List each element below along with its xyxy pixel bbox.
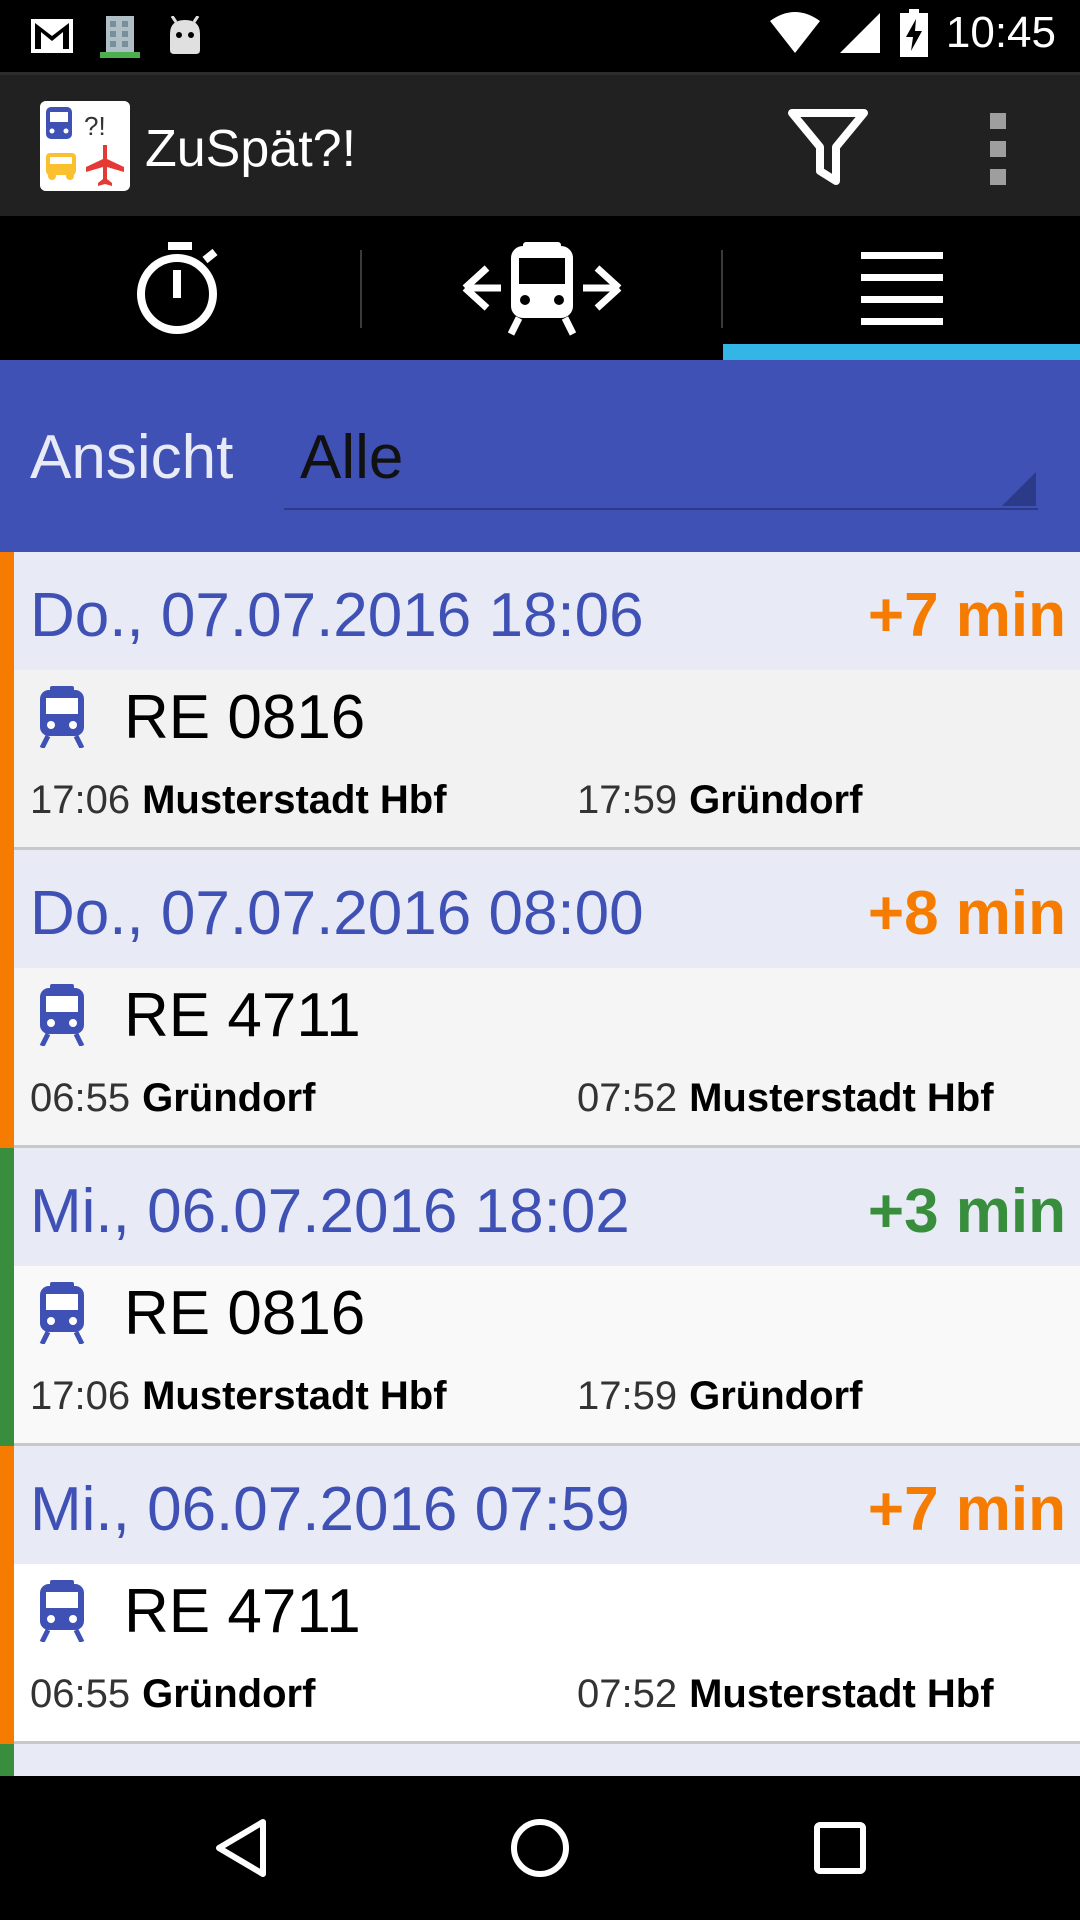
app-logo-icon: ?! <box>40 101 130 191</box>
tab-selected-indicator <box>723 344 1080 360</box>
back-icon <box>216 1819 266 1877</box>
navigation-bar <box>0 1776 1080 1920</box>
arrival-time: 17:59 <box>577 1374 678 1418</box>
delay-status-bar <box>0 1148 14 1446</box>
tab-bar <box>0 216 1080 360</box>
entry-body: RE 4711 06:55 Gründorf 07:52 Musterstadt H… <box>14 968 1080 1145</box>
view-dropdown-value: Alle <box>300 423 404 492</box>
entry-date: Mi., 06.07.2016 18:02 <box>30 1177 630 1246</box>
entry-header: Mi., 06.07.2016 07:59 +7 min <box>14 1446 1080 1564</box>
departure-station: Gründorf <box>142 1076 316 1120</box>
signal-icon <box>839 13 880 53</box>
back-button[interactable] <box>196 1806 286 1890</box>
recents-button[interactable] <box>795 1806 885 1890</box>
entry-delay: +7 min <box>867 1475 1066 1544</box>
departure-time: 17:06 <box>30 1374 131 1418</box>
entry-body: RE 4711 06:55 Gründorf 07:52 Musterstadt H… <box>14 1564 1080 1741</box>
journey-entry[interactable]: Mi., 06.07.2016 07:59 +7 min RE 4711 06:… <box>0 1446 1080 1744</box>
view-label: Ansicht <box>30 423 234 492</box>
departure: 06:55 Gründorf <box>30 1672 315 1717</box>
train-route-icon <box>462 242 622 336</box>
clock-time: 10:45 <box>945 8 1056 57</box>
entry-body: RE 0816 17:06 Musterstadt Hbf 17:59 Gründo… <box>14 1266 1080 1443</box>
train-icon <box>39 984 85 1046</box>
departure-time: 06:55 <box>30 1076 131 1120</box>
wifi-icon <box>769 12 820 53</box>
tab-train-route[interactable] <box>362 216 722 360</box>
arrival-station: Gründorf <box>689 778 863 822</box>
action-bar: ?! ZuSpät?! <box>0 72 1080 216</box>
arrival-time: 17:59 <box>577 778 678 822</box>
entry-header: Do., 07.07.2016 18:06 +7 min <box>14 552 1080 670</box>
status-bar: 10:45 <box>0 0 1080 72</box>
delay-status-bar <box>0 552 14 850</box>
entry-delay: +3 min <box>867 1177 1066 1246</box>
departure: 06:55 Gründorf <box>30 1076 315 1121</box>
journey-entry-partial[interactable] <box>0 1744 1080 1776</box>
departure-station: Musterstadt Hbf <box>142 1374 447 1418</box>
arrival: 17:59 Gründorf <box>577 1374 862 1419</box>
arrival-station: Gründorf <box>689 1374 863 1418</box>
entry-delay: +8 min <box>867 879 1066 948</box>
train-name: RE 4711 <box>124 1577 361 1646</box>
departure-time: 06:55 <box>30 1672 131 1716</box>
train-icon <box>39 1580 85 1642</box>
building-icon <box>100 16 140 58</box>
arrival: 17:59 Gründorf <box>577 778 862 823</box>
departure: 17:06 Musterstadt Hbf <box>30 778 447 823</box>
departure-station: Musterstadt Hbf <box>142 778 447 822</box>
delay-status-bar <box>0 1446 14 1744</box>
android-icon <box>170 16 200 54</box>
train-name: RE 4711 <box>124 981 361 1050</box>
overflow-menu-icon[interactable] <box>975 107 1021 191</box>
entry-body: RE 0816 17:06 Musterstadt Hbf 17:59 Gründo… <box>14 670 1080 847</box>
journey-list[interactable]: Do., 07.07.2016 18:06 +7 min RE 0816 17:… <box>0 552 1080 1776</box>
departure-station: Gründorf <box>142 1672 316 1716</box>
view-dropdown[interactable]: Alle <box>284 418 1038 510</box>
list-icon <box>860 252 943 325</box>
entry-header: Mi., 06.07.2016 18:02 +3 min <box>14 1148 1080 1266</box>
journey-entry[interactable]: Do., 07.07.2016 18:06 +7 min RE 0816 17:… <box>0 552 1080 850</box>
stopwatch-icon <box>137 242 218 334</box>
tab-list[interactable] <box>723 216 1080 360</box>
arrival: 07:52 Musterstadt Hbf <box>577 1076 994 1121</box>
arrival-time: 07:52 <box>577 1076 678 1120</box>
arrival: 07:52 Musterstadt Hbf <box>577 1672 994 1717</box>
journey-entry[interactable]: Mi., 06.07.2016 18:02 +3 min RE 0816 17:… <box>0 1148 1080 1446</box>
departure-time: 17:06 <box>30 778 131 822</box>
svg-text:?!: ?! <box>84 111 106 141</box>
gmail-icon <box>31 19 73 53</box>
train-icon <box>39 686 85 748</box>
train-name: RE 0816 <box>124 683 366 752</box>
filter-icon[interactable] <box>786 105 870 189</box>
recents-icon <box>814 1822 866 1874</box>
train-icon <box>39 1282 85 1344</box>
home-icon <box>511 1819 569 1877</box>
departure: 17:06 Musterstadt Hbf <box>30 1374 447 1419</box>
dropdown-arrow-icon <box>1002 472 1036 506</box>
tab-stopwatch[interactable] <box>0 216 360 360</box>
arrival-station: Musterstadt Hbf <box>689 1672 994 1716</box>
arrival-station: Musterstadt Hbf <box>689 1076 994 1120</box>
train-name: RE 0816 <box>124 1279 366 1348</box>
app-title: ZuSpät?! <box>145 120 357 178</box>
entry-date: Do., 07.07.2016 08:00 <box>30 879 644 948</box>
delay-status-bar <box>0 850 14 1148</box>
entry-date: Do., 07.07.2016 18:06 <box>30 581 644 650</box>
entry-header: Do., 07.07.2016 08:00 +8 min <box>14 850 1080 968</box>
entry-delay: +7 min <box>867 581 1066 650</box>
arrival-time: 07:52 <box>577 1672 678 1716</box>
home-button[interactable] <box>495 1806 585 1890</box>
battery-charging-icon <box>899 9 928 57</box>
view-selector-bar: Ansicht Alle <box>0 360 1080 552</box>
journey-entry[interactable]: Do., 07.07.2016 08:00 +8 min RE 4711 06:… <box>0 850 1080 1148</box>
entry-date: Mi., 06.07.2016 07:59 <box>30 1475 630 1544</box>
